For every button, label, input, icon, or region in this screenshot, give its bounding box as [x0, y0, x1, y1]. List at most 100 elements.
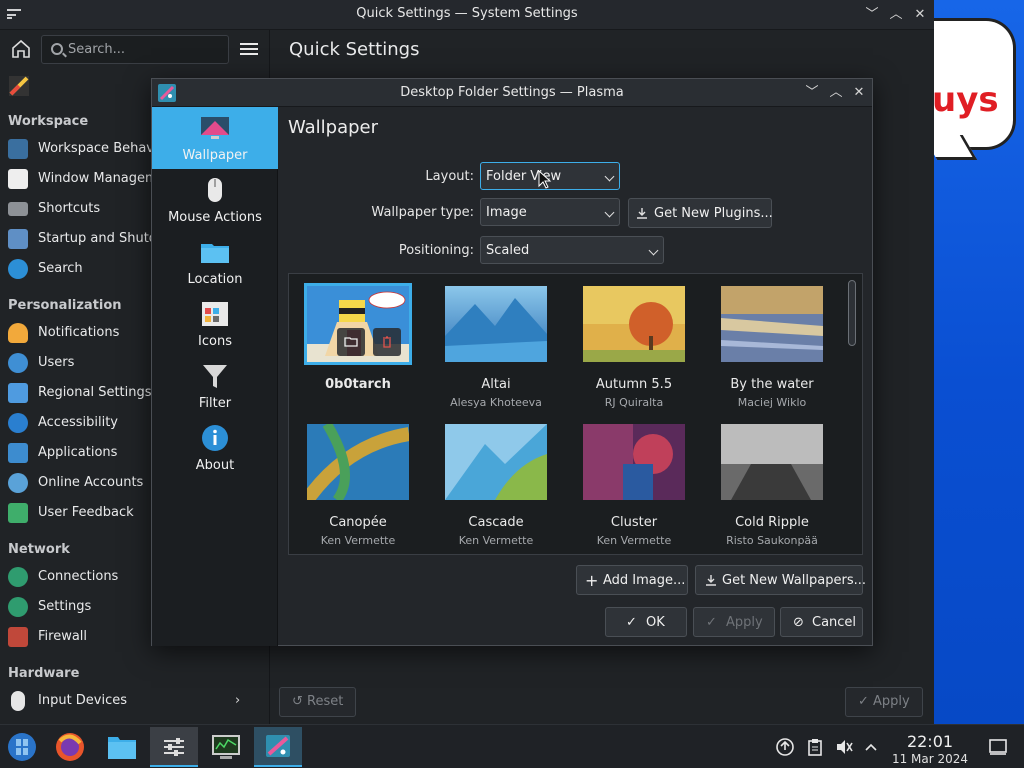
- minimize-button[interactable]: ﹀: [862, 5, 882, 25]
- taskbar-system-settings[interactable]: [150, 727, 198, 767]
- delete-wallpaper-button[interactable]: [373, 328, 401, 356]
- taskbar-system-monitor[interactable]: [202, 727, 250, 767]
- search-settings-icon: [8, 259, 28, 279]
- search-icon: [51, 43, 63, 55]
- digital-clock[interactable]: 22:01 11 Mar 2024: [888, 732, 972, 766]
- get-new-plugins-button[interactable]: Get New Plugins...: [628, 198, 773, 228]
- add-image-button[interactable]: + Add Image...: [576, 565, 688, 595]
- section-hardware: Hardware: [8, 666, 80, 681]
- dialog-minimize-button[interactable]: ﹀: [802, 83, 822, 103]
- wallpaper-tile[interactable]: Cold Ripple Risto Saukonpää: [717, 420, 827, 550]
- wallpaper-tile[interactable]: Canopée Ken Vermette: [303, 420, 413, 550]
- taskbar-file-manager[interactable]: [98, 727, 146, 767]
- maximize-button[interactable]: ︿: [886, 5, 906, 25]
- startup-icon: [8, 229, 28, 249]
- wallpaper-tile[interactable]: Cascade Ken Vermette: [441, 420, 551, 550]
- section-personalization: Personalization: [8, 298, 122, 313]
- open-folder-button[interactable]: [337, 328, 365, 356]
- wallpaper-tile[interactable]: 0b0tarch: [303, 282, 413, 412]
- mouse-cursor-icon: [538, 170, 552, 189]
- application-launcher-icon[interactable]: [4, 729, 40, 765]
- positioning-select[interactable]: Scaled: [480, 236, 664, 264]
- layout-label: Layout:: [425, 169, 474, 184]
- wallpaper-thumbnail: [721, 286, 823, 362]
- online-accounts-icon: [8, 473, 28, 493]
- wallpaper-tile[interactable]: Autumn 5.5 RJ Quiralta: [579, 282, 689, 412]
- chevron-down-icon: [648, 245, 659, 256]
- ok-button[interactable]: ✓ OK: [605, 607, 687, 637]
- plasma-icon: [266, 735, 290, 757]
- page-title: Quick Settings: [289, 39, 420, 60]
- wallpaper-type-select[interactable]: Image: [480, 198, 620, 226]
- get-new-wallpapers-button[interactable]: Get New Wallpapers...: [695, 565, 866, 595]
- wallpaper-tile[interactable]: Altai Alesya Khoteeva: [441, 282, 551, 412]
- firefox-icon: [56, 733, 84, 761]
- category-about[interactable]: About: [152, 417, 278, 479]
- apply-button[interactable]: ✓ Apply: [693, 607, 775, 637]
- globe-icon: [8, 567, 28, 587]
- folder-icon: [201, 244, 229, 263]
- filter-icon: [203, 365, 227, 388]
- network-settings-icon: [8, 597, 28, 617]
- feedback-icon: [8, 503, 28, 523]
- wallpaper-thumbnail: [307, 424, 409, 500]
- close-button[interactable]: ✕: [910, 5, 930, 25]
- taskbar: [0, 724, 1024, 768]
- wallpaper-tile[interactable]: Cluster Ken Vermette: [579, 420, 689, 550]
- home-icon[interactable]: [8, 36, 34, 62]
- grid-scrollbar[interactable]: [848, 280, 856, 346]
- volume-muted-icon[interactable]: [834, 737, 854, 757]
- workspace-behavior-icon: [8, 139, 28, 159]
- wallpaper-type-label: Wallpaper type:: [371, 205, 474, 220]
- category-location[interactable]: Location: [152, 231, 278, 293]
- mouse-icon: [208, 178, 222, 202]
- wallpaper-thumbnail: [583, 286, 685, 362]
- wallpaper-thumbnail: [583, 424, 685, 500]
- download-icon: [637, 208, 647, 219]
- reset-button[interactable]: ↺ Reset: [279, 687, 357, 717]
- keyboard-icon: [8, 202, 28, 216]
- monitor-icon: [212, 735, 240, 759]
- section-workspace: Workspace: [8, 114, 89, 129]
- hamburger-menu-button[interactable]: [238, 40, 260, 58]
- system-apply-button[interactable]: ✓ Apply: [845, 687, 923, 717]
- desktop-folder-settings-dialog: Desktop Folder Settings — Plasma ﹀ ︿ ✕ W…: [151, 78, 873, 646]
- updates-icon[interactable]: [775, 737, 795, 757]
- users-icon: [8, 353, 28, 373]
- chevron-up-icon[interactable]: [863, 739, 879, 755]
- dialog-title: Desktop Folder Settings — Plasma: [400, 85, 624, 100]
- positioning-label: Positioning:: [398, 243, 474, 258]
- plus-icon: +: [585, 571, 599, 590]
- chevron-down-icon: [604, 171, 615, 182]
- icons-icon: [202, 302, 228, 326]
- wallpaper-grid: 0b0tarch Altai Alesya Khoteeva Autumn 5.…: [288, 273, 863, 555]
- dialog-titlebar: Desktop Folder Settings — Plasma ﹀ ︿ ✕: [152, 79, 872, 107]
- category-icons[interactable]: Icons: [152, 293, 278, 355]
- taskbar-plasma-dialog[interactable]: [254, 727, 302, 767]
- clipboard-icon[interactable]: [805, 737, 825, 757]
- taskbar-firefox[interactable]: [46, 727, 94, 767]
- bell-icon: [8, 323, 28, 343]
- sidebar-item-input-devices[interactable]: Input Devices ›: [8, 688, 268, 714]
- accessibility-icon: [8, 413, 28, 433]
- cancel-icon: ⊘: [793, 615, 804, 630]
- search-input[interactable]: Search...: [41, 35, 229, 64]
- trash-icon: [383, 336, 391, 348]
- show-desktop-icon[interactable]: [988, 737, 1008, 757]
- category-wallpaper[interactable]: Wallpaper: [152, 107, 278, 169]
- dialog-close-button[interactable]: ✕: [849, 83, 869, 103]
- mouse-icon: [11, 691, 25, 711]
- firewall-icon: [8, 627, 28, 647]
- wallpaper-tile[interactable]: By the water Maciej Wiklo: [717, 282, 827, 412]
- category-mouse-actions[interactable]: Mouse Actions: [152, 169, 278, 231]
- cancel-button[interactable]: ⊘ Cancel: [780, 607, 863, 637]
- dialog-maximize-button[interactable]: ︿: [826, 83, 846, 103]
- wallpaper-thumbnail: [445, 286, 547, 362]
- section-network: Network: [8, 542, 70, 557]
- download-icon: [706, 575, 716, 586]
- quick-settings-icon[interactable]: [9, 76, 29, 96]
- category-filter[interactable]: Filter: [152, 355, 278, 417]
- system-settings-titlebar: Quick Settings — System Settings ﹀ ︿ ✕: [0, 0, 934, 30]
- wallpaper-bubble-text: uys: [932, 80, 999, 120]
- wallpaper-thumbnail: [445, 424, 547, 500]
